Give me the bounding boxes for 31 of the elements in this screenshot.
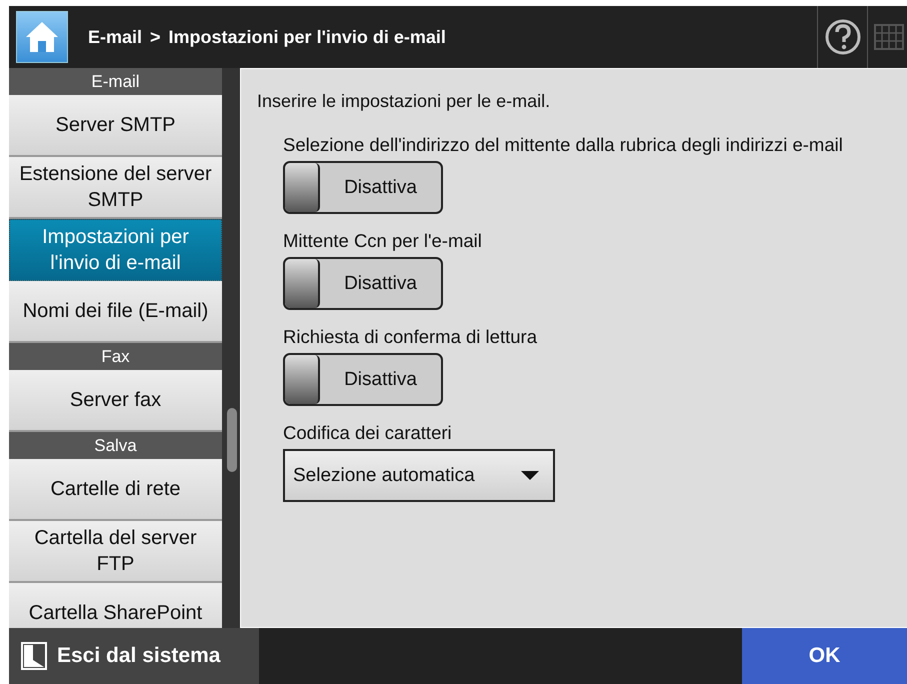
breadcrumb-link[interactable]: E-mail — [88, 26, 142, 48]
help-icon — [824, 18, 862, 56]
dropdown[interactable]: Selezione automatica — [283, 449, 555, 502]
intro-text: Inserire le impostazioni per le e-mail. — [257, 91, 552, 112]
sidebar-group-header: Fax — [9, 343, 222, 370]
sidebar-item[interactable]: Estensione del server SMTP — [9, 157, 222, 219]
setting-label: Richiesta di conferma di lettura — [283, 325, 538, 349]
setting-label: Mittente Ccn per l'e-mail — [283, 229, 483, 253]
sidebar-item[interactable]: Server fax — [9, 370, 222, 432]
toggle-switch[interactable]: Disattiva — [283, 161, 443, 214]
logout-button[interactable]: Esci dal sistema — [9, 628, 259, 684]
toggle-switch[interactable]: Disattiva — [283, 257, 443, 310]
toggle-switch[interactable]: Disattiva — [283, 353, 443, 406]
sidebar-group-header: Salva — [9, 432, 222, 459]
sidebar-item[interactable]: Cartella SharePoint — [9, 583, 222, 628]
breadcrumb-separator: > — [150, 26, 161, 48]
sidebar-item[interactable]: Impostazioni per l'invio di e-mail — [9, 219, 222, 281]
door-icon — [21, 642, 47, 670]
sidebar-item[interactable]: Cartelle di rete — [9, 459, 222, 521]
setting-label: Selezione dell'indirizzo del mittente dalla rubrica degli indirizzi e-mail — [283, 133, 844, 157]
sidebar-group-header: E-mail — [9, 68, 222, 95]
ok-button[interactable]: OK — [742, 628, 907, 684]
sidebar-item[interactable]: Cartella del server FTP — [9, 521, 222, 583]
sidebar-item[interactable]: Nomi dei file (E-mail) — [9, 281, 222, 343]
sidebar-item[interactable]: Server SMTP — [9, 95, 222, 157]
caret-icon — [521, 470, 539, 480]
setting-label: Codifica dei caratteri — [283, 421, 453, 445]
scrollbar-thumb[interactable] — [227, 408, 237, 472]
page-title: Impostazioni per l'invio di e-mail — [168, 27, 447, 47]
home-button[interactable] — [16, 11, 68, 63]
keyboard-icon — [874, 24, 904, 50]
